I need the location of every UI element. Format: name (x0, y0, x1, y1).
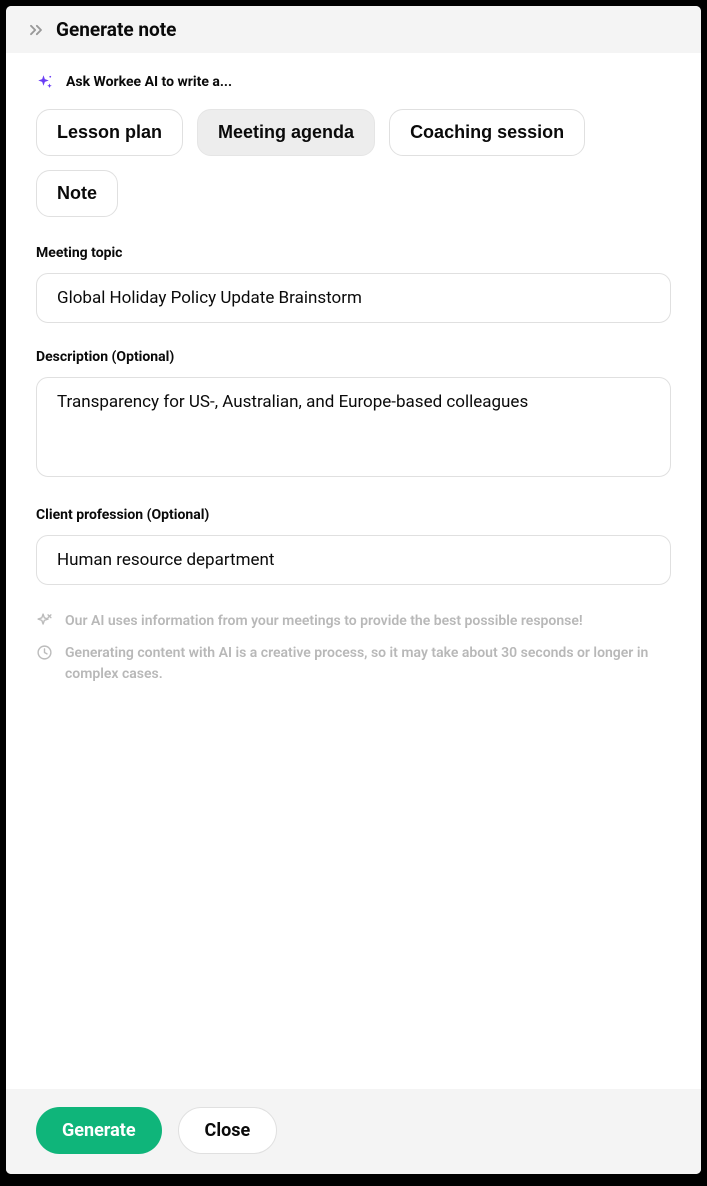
collapse-icon[interactable] (26, 20, 46, 40)
field-meeting-topic: Meeting topic (36, 245, 671, 323)
info-meetings-text: Our AI uses information from your meetin… (65, 611, 583, 632)
pill-meeting-agenda[interactable]: Meeting agenda (197, 109, 375, 156)
pill-note[interactable]: Note (36, 170, 118, 217)
panel-title: Generate note (56, 18, 176, 41)
template-pills: Lesson plan Meeting agenda Coaching sess… (36, 109, 671, 217)
field-client-profession: Client profession (Optional) (36, 507, 671, 585)
info-meetings: Our AI uses information from your meetin… (36, 611, 671, 633)
generate-button[interactable]: Generate (36, 1107, 162, 1154)
ai-prompt-text: Ask Workee AI to write a... (66, 74, 232, 90)
generate-note-panel: Generate note Ask Workee AI to write a..… (6, 6, 701, 1174)
panel-body: Ask Workee AI to write a... Lesson plan … (6, 53, 701, 1089)
client-profession-label: Client profession (Optional) (36, 507, 671, 523)
ai-prompt-row: Ask Workee AI to write a... (36, 73, 671, 91)
info-timing: Generating content with AI is a creative… (36, 643, 671, 685)
panel-header: Generate note (6, 6, 701, 53)
clock-icon (36, 644, 53, 665)
pill-coaching-session[interactable]: Coaching session (389, 109, 585, 156)
field-description: Description (Optional) (36, 349, 671, 481)
close-button[interactable]: Close (178, 1107, 278, 1154)
pill-lesson-plan[interactable]: Lesson plan (36, 109, 183, 156)
meeting-topic-input[interactable] (36, 273, 671, 323)
panel-footer: Generate Close (6, 1089, 701, 1174)
description-input[interactable] (36, 377, 671, 477)
sparkle-icon (36, 73, 54, 91)
client-profession-input[interactable] (36, 535, 671, 585)
description-label: Description (Optional) (36, 349, 671, 365)
sparkle-outline-icon (36, 612, 53, 633)
info-timing-text: Generating content with AI is a creative… (65, 643, 671, 685)
meeting-topic-label: Meeting topic (36, 245, 671, 261)
